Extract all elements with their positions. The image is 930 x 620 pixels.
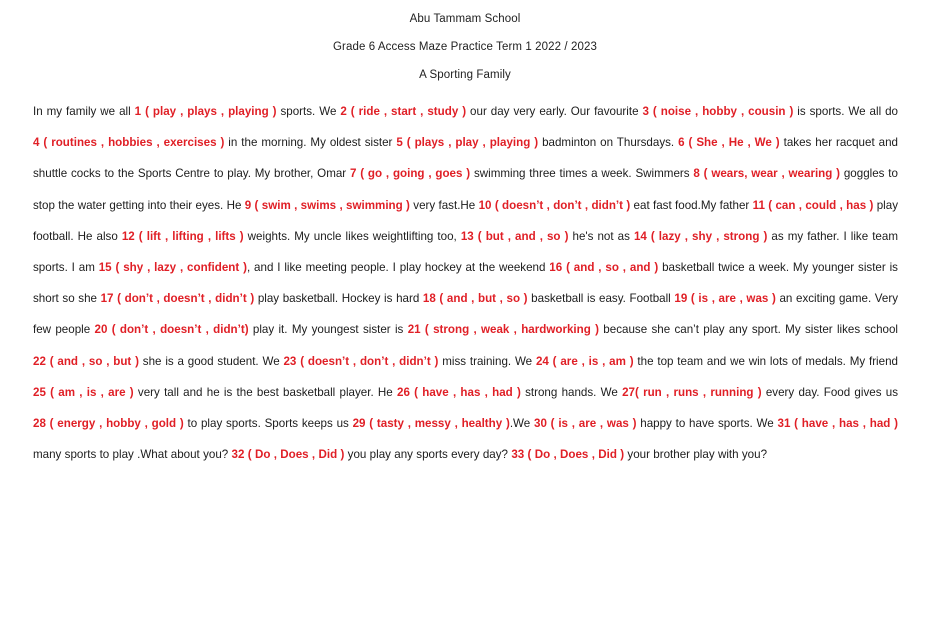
maze-option-group[interactable]: 3 ( noise , hobby , cousin ) <box>643 105 794 118</box>
maze-option-group[interactable]: 7 ( go , going , goes ) <box>350 167 470 180</box>
maze-option-group[interactable]: 1 ( play , plays , playing ) <box>135 105 277 118</box>
maze-option-group[interactable]: 19 ( is , are , was ) <box>674 292 775 305</box>
maze-option-group[interactable]: 18 ( and , but , so ) <box>423 292 528 305</box>
maze-option-group[interactable]: 17 ( don’t , doesn’t , didn’t ) <box>101 292 255 305</box>
maze-option-group[interactable]: 23 ( doesn’t , don’t , didn’t ) <box>283 355 438 368</box>
maze-option-group[interactable]: 27( run , runs , running ) <box>622 386 762 399</box>
document-header: Abu Tammam School Grade 6 Access Maze Pr… <box>0 0 930 83</box>
school-name: Abu Tammam School <box>409 13 521 25</box>
maze-option-group[interactable]: 9 ( swim , swims , swimming ) <box>245 199 410 212</box>
maze-option-group[interactable]: 30 ( is , are , was ) <box>534 417 636 430</box>
worksheet-page: Abu Tammam School Grade 6 Access Maze Pr… <box>0 0 930 620</box>
maze-option-group[interactable]: 10 ( doesn’t , don’t , didn’t ) <box>479 199 631 212</box>
maze-option-group[interactable]: 26 ( have , has , had ) <box>397 386 521 399</box>
maze-option-group[interactable]: 20 ( don’t , doesn’t , didn’t) <box>95 323 249 336</box>
maze-option-group[interactable]: 6 ( She , He , We ) <box>678 136 780 149</box>
grade-term-year-line: Grade 6 Access Maze Practice Term 1 2022… <box>332 41 597 53</box>
maze-option-group[interactable]: 2 ( ride , start , study ) <box>340 105 466 118</box>
maze-option-group[interactable]: 5 ( plays , play , playing ) <box>396 136 538 149</box>
maze-option-group[interactable]: 25 ( am , is , are ) <box>33 386 134 399</box>
maze-option-group[interactable]: 32 ( Do , Does , Did ) <box>232 448 345 461</box>
passage-paragraph: In my family we all 1 ( play , plays , p… <box>33 105 899 462</box>
maze-option-group[interactable]: 16 ( and , so , and ) <box>549 261 658 274</box>
maze-option-group[interactable]: 21 ( strong , weak , hardworking ) <box>408 323 599 336</box>
maze-option-group[interactable]: 31 ( have , has , had ) <box>778 417 899 430</box>
maze-option-group[interactable]: 13 ( but , and , so ) <box>461 230 569 243</box>
maze-option-group[interactable]: 11 ( can , could , has ) <box>753 199 874 212</box>
maze-option-group[interactable]: 33 ( Do , Does , Did ) <box>511 448 624 461</box>
maze-option-group[interactable]: 4 ( routines , hobbies , exercises ) <box>33 136 224 149</box>
maze-option-group[interactable]: 8 ( wears, wear , wearing ) <box>693 167 840 180</box>
maze-option-group[interactable]: 14 ( lazy , shy , strong ) <box>634 230 767 243</box>
passage-body: In my family we all 1 ( play , plays , p… <box>33 96 898 470</box>
maze-option-group[interactable]: 22 ( and , so , but ) <box>33 355 139 368</box>
maze-option-group[interactable]: 28 ( energy , hobby , gold ) <box>33 417 184 430</box>
maze-option-group[interactable]: 12 ( lift , lifting , lifts ) <box>122 230 244 243</box>
maze-option-group[interactable]: 15 ( shy , lazy , confident ) <box>99 261 247 274</box>
passage-title: A Sporting Family <box>419 69 511 81</box>
maze-option-group[interactable]: 29 ( tasty , messy , healthy ) <box>353 417 510 430</box>
maze-option-group[interactable]: 24 ( are , is , am ) <box>536 355 634 368</box>
